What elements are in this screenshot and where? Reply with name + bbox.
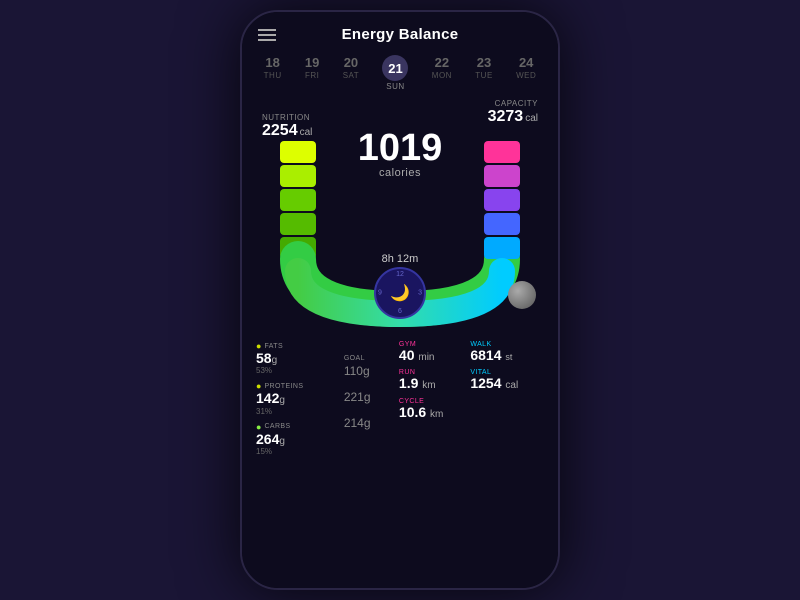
clock-circle: 12 3 6 9 🌙 <box>374 267 426 319</box>
date-item-fri[interactable]: 19 FRI <box>305 55 319 91</box>
stats-col-activity: GYM 40 min RUN 1.9 km CYCLE 10.6 km <box>399 341 464 456</box>
stat-cycle: CYCLE 10.6 km <box>399 398 464 420</box>
stat-gym: GYM 40 min <box>399 341 464 363</box>
goal-carbs: 214g <box>344 414 393 432</box>
stat-proteins: ● PROTEINS 142g 31% <box>256 381 338 415</box>
ball-indicator <box>508 281 536 309</box>
date-item-mon[interactable]: 22 MON <box>432 55 452 91</box>
stats-col-walk-vital: WALK 6814 st VITAL 1254 cal <box>470 341 544 456</box>
center-calories: 1019 calories <box>358 129 443 179</box>
menu-button[interactable] <box>258 29 276 41</box>
page-title: Energy Balance <box>342 26 459 43</box>
goal-proteins: 221g <box>344 388 393 406</box>
stats-col-macros: ● FATS 58g 53% ● PROTEINS 142g <box>256 341 338 456</box>
stat-walk: WALK 6814 st <box>470 341 544 363</box>
stat-fats: ● FATS 58g 53% <box>256 341 338 375</box>
sleep-clock: 8h 12m 12 3 6 9 🌙 <box>374 253 426 319</box>
date-item-tue[interactable]: 23 TUE <box>475 55 493 91</box>
date-item-sat[interactable]: 20 SAT <box>343 55 359 91</box>
app-header: Energy Balance <box>242 12 558 51</box>
date-item-wed[interactable]: 24 WED <box>516 55 536 91</box>
chart-container: CAPACITY 3273 cal NUTRITION 2254 cal <box>242 99 558 339</box>
stat-carbs: ● CARBS 264g 15% <box>256 422 338 456</box>
phone-frame: Energy Balance 18 THU 19 FRI 20 SAT 21 S… <box>240 10 560 590</box>
date-strip: 18 THU 19 FRI 20 SAT 21 SUN 22 MON 23 TU… <box>242 51 558 99</box>
stat-run: RUN 1.9 km <box>399 369 464 391</box>
clock-numbers: 12 3 6 9 <box>376 269 424 317</box>
stats-col-goals: GOAL 110g 221g 214g <box>344 341 393 456</box>
stat-vital: VITAL 1254 cal <box>470 369 544 391</box>
phone-screen: Energy Balance 18 THU 19 FRI 20 SAT 21 S… <box>242 12 558 588</box>
date-item-thu[interactable]: 18 THU <box>264 55 282 91</box>
date-item-sun-active[interactable]: 21 SUN <box>382 55 408 91</box>
stats-grid: ● FATS 58g 53% ● PROTEINS 142g <box>242 339 558 464</box>
goal-fats: GOAL 110g <box>344 355 393 380</box>
